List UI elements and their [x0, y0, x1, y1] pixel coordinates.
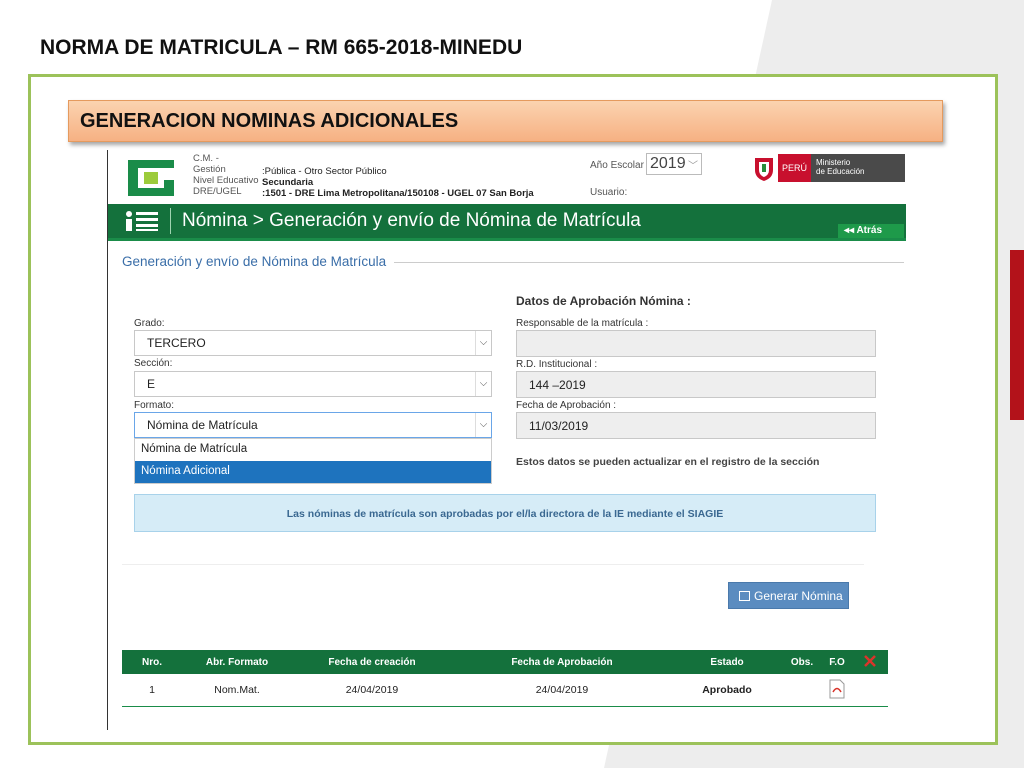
cell-nro: 1: [149, 684, 155, 696]
cell-estado: Aprobado: [702, 684, 752, 696]
header-values: :Pública - Otro Sector Público Secundari…: [262, 166, 534, 199]
fecha-aprobacion-field: 11/03/2019: [516, 412, 876, 439]
chevron-down-icon: ⌵: [475, 372, 491, 396]
double-left-arrow-icon: ◂◂: [844, 225, 857, 236]
gestion-value: :Pública - Otro Sector Público: [262, 166, 387, 177]
anio-escolar-select[interactable]: 2019 ﹀: [646, 153, 702, 175]
grado-label: Grado:: [134, 318, 165, 329]
chevron-down-icon: ⌵: [475, 331, 491, 355]
responsable-field: [516, 330, 876, 357]
minedu-logo: PERÚ Ministerio de Educación: [753, 153, 905, 183]
column-header: Abr. Formato: [205, 656, 269, 668]
column-header: Estado: [710, 656, 744, 668]
navbar-underline: [108, 238, 906, 241]
cell-fecha-aprobacion: 24/04/2019: [535, 684, 589, 696]
seccion-label: Sección:: [134, 358, 173, 369]
section-banner: GENERACION NOMINAS ADICIONALES: [68, 100, 943, 142]
dre-value: :1501 - DRE Lima Metropolitana/150108 - …: [262, 188, 534, 199]
grado-select[interactable]: TERCERO ⌵: [134, 330, 492, 356]
formato-label: Formato:: [134, 400, 175, 411]
nav-divider: [170, 208, 171, 234]
usuario-label: Usuario:: [590, 187, 628, 198]
app-header: C.M. - Gestión Nivel Educativo DRE/UGEL …: [108, 150, 906, 205]
chevron-down-icon: ⌵: [475, 413, 491, 437]
seccion-select[interactable]: E ⌵: [134, 371, 492, 397]
page-title: Nómina > Generación y envío de Nómina de…: [182, 210, 641, 231]
delete-icon[interactable]: [852, 654, 888, 670]
slide-title: NORMA DE MATRICULA – RM 665-2018-MINEDU: [40, 36, 523, 59]
back-button[interactable]: ◂◂ Atrás: [838, 224, 904, 238]
pdf-icon[interactable]: [822, 679, 852, 702]
siagie-screenshot: C.M. - Gestión Nivel Educativo DRE/UGEL …: [107, 150, 906, 730]
fecha-aprobacion-label: Fecha de Aprobación :: [516, 400, 617, 411]
anio-escolar-label: Año Escolar: [590, 160, 644, 171]
formato-dropdown: Nómina de Matrícula Nómina Adicional: [134, 438, 492, 484]
generar-nomina-button[interactable]: Generar Nómina: [728, 582, 849, 609]
divider: [122, 564, 864, 565]
nivel-value: Secundaria: [262, 177, 314, 188]
document-icon: [739, 591, 750, 601]
decorative-red-tab: [1010, 250, 1024, 420]
cell-formato: Nom.Mat.: [214, 684, 260, 696]
siagie-logo-icon: [128, 160, 174, 196]
dropdown-option-nomina-adicional[interactable]: Nómina Adicional: [135, 461, 491, 483]
peru-shield-icon: [755, 158, 773, 181]
datos-aprobacion-title: Datos de Aprobación Nómina :: [516, 294, 691, 308]
column-header: Fecha de Aprobación: [511, 656, 613, 668]
rd-field: 144 –2019: [516, 371, 876, 398]
datos-note: Estos datos se pueden actualizar en el r…: [516, 456, 820, 468]
dropdown-option-nomina-matricula[interactable]: Nómina de Matrícula: [135, 439, 491, 461]
info-alert: Las nóminas de matrícula son aprobadas p…: [134, 494, 876, 532]
page-navbar: Nómina > Generación y envío de Nómina de…: [108, 204, 906, 238]
nominas-table: Nro. Abr. Formato Fecha de creación Fech…: [122, 650, 888, 707]
form-section-title: Generación y envío de Nómina de Matrícul…: [122, 254, 395, 269]
column-header: Fecha de creación: [328, 656, 416, 668]
column-header: F.O: [829, 656, 845, 668]
ministerio-label: Ministerio de Educación: [811, 154, 905, 182]
header-labels: C.M. - Gestión Nivel Educativo DRE/UGEL: [193, 153, 259, 197]
table-header: Nro. Abr. Formato Fecha de creación Fech…: [122, 650, 888, 674]
table-row: 1 Nom.Mat. 24/04/2019 24/04/2019 Aprobad…: [122, 674, 888, 707]
column-header: Obs.: [790, 656, 814, 668]
formato-select[interactable]: Nómina de Matrícula ⌵: [134, 412, 492, 438]
responsable-label: Responsable de la matrícula :: [516, 318, 649, 329]
cell-fecha-creacion: 24/04/2019: [345, 684, 399, 696]
rd-label: R.D. Institucional :: [516, 359, 598, 370]
list-icon: [126, 211, 158, 231]
chevron-down-icon: ﹀: [688, 161, 698, 172]
column-header: Nro.: [142, 656, 162, 668]
peru-label: PERÚ: [778, 154, 812, 182]
